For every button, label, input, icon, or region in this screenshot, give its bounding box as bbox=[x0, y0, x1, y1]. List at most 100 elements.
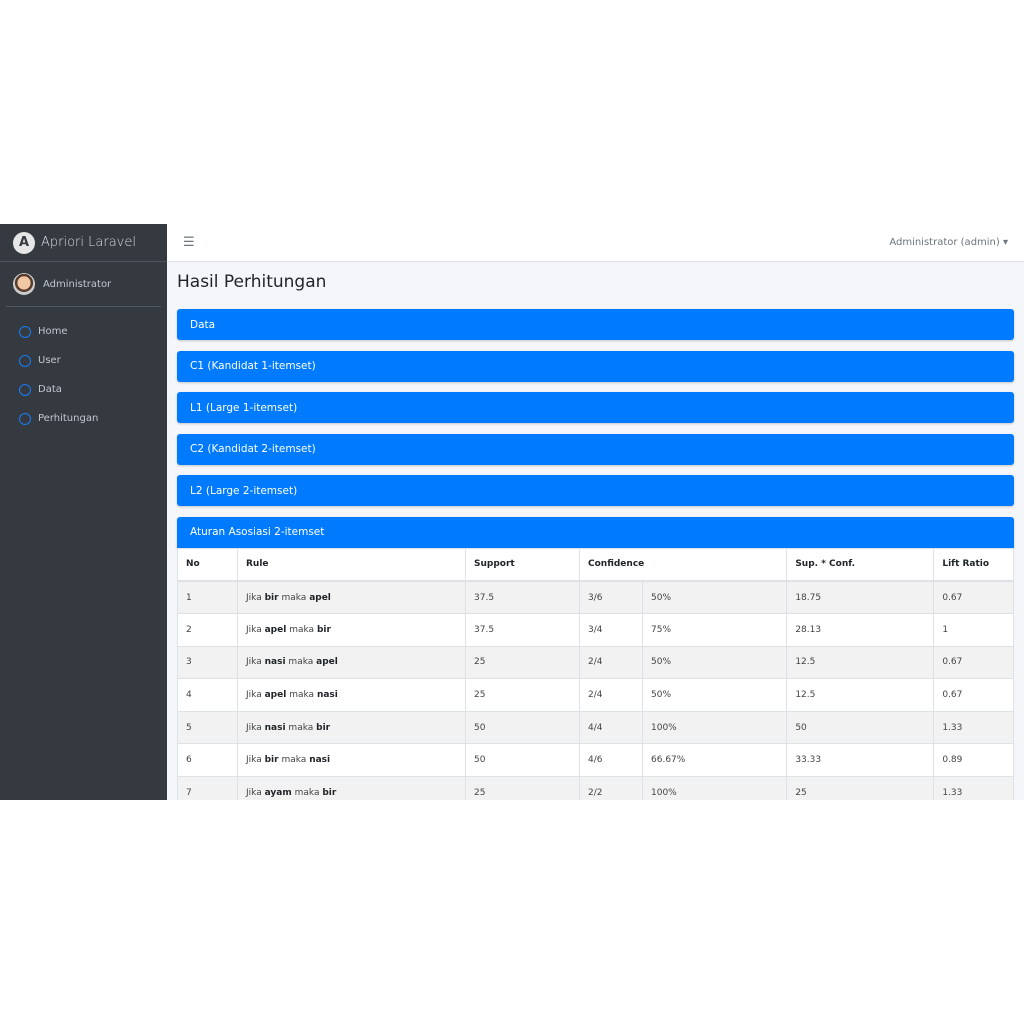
cell-rule: Jika apel maka bir bbox=[237, 613, 466, 647]
cell-supconf: 12.5 bbox=[786, 645, 934, 679]
cell-supconf: 18.75 bbox=[786, 580, 934, 614]
cell-confidence-fraction: 2/2 bbox=[579, 776, 643, 800]
table-row: 4 Jika apel maka nasi 25 2/4 50% 12.5 0.… bbox=[177, 678, 1014, 712]
rule-consequent: bir bbox=[316, 624, 331, 635]
cell-rule: Jika bir maka apel bbox=[237, 580, 466, 614]
cell-no: 3 bbox=[177, 645, 238, 679]
cell-rule: Jika ayam maka bir bbox=[237, 776, 466, 800]
rule-if: Jika bbox=[246, 755, 262, 766]
cell-lift: 0.67 bbox=[933, 645, 1014, 679]
cell-support: 50 bbox=[465, 710, 580, 744]
collapse-card-header[interactable]: Data bbox=[177, 309, 1014, 340]
logo-icon: A bbox=[13, 231, 35, 254]
cell-lift: 0.67 bbox=[933, 678, 1014, 712]
user-name: Administrator bbox=[43, 278, 112, 290]
sidebar-item-perhitungan[interactable]: Perhitungan bbox=[0, 404, 167, 433]
table-row: 2 Jika apel maka bir 37.5 3/4 75% 28.13 … bbox=[177, 613, 1014, 647]
sidebar-item-label: Home bbox=[38, 326, 68, 337]
col-no: No bbox=[177, 548, 238, 582]
cell-rule: Jika nasi maka apel bbox=[237, 645, 466, 679]
cell-no: 1 bbox=[177, 580, 238, 614]
rule-antecedent: ayam bbox=[264, 787, 292, 798]
cell-supconf: 12.5 bbox=[786, 678, 934, 712]
cell-support: 25 bbox=[465, 678, 580, 712]
sidebar-item-user[interactable]: User bbox=[0, 346, 167, 375]
topbar: ☰ Administrator (admin) ▾ bbox=[167, 224, 1024, 262]
cell-no: 7 bbox=[177, 776, 238, 800]
cell-supconf: 50 bbox=[786, 710, 934, 744]
sidebar-item-label: User bbox=[38, 355, 61, 366]
sidebar-nav: Home User Data Perhitungan bbox=[0, 317, 167, 433]
cell-supconf: 28.13 bbox=[786, 613, 934, 647]
circle-icon bbox=[19, 325, 31, 338]
cell-support: 50 bbox=[465, 743, 580, 777]
brand-text: Apriori Laravel bbox=[41, 235, 136, 250]
rule-antecedent: bir bbox=[264, 755, 279, 766]
rule-if: Jika bbox=[246, 657, 262, 668]
cell-confidence-percent: 100% bbox=[641, 776, 787, 800]
page-title: Hasil Perhitungan bbox=[177, 272, 327, 292]
rule-consequent: nasi bbox=[309, 755, 331, 766]
rule-then: maka bbox=[281, 592, 307, 603]
rule-if: Jika bbox=[246, 722, 262, 733]
cell-lift: 0.89 bbox=[933, 743, 1014, 777]
cell-lift: 1 bbox=[933, 613, 1014, 647]
cell-support: 25 bbox=[465, 776, 580, 800]
rule-then: maka bbox=[281, 755, 307, 766]
rule-if: Jika bbox=[246, 592, 262, 603]
user-panel[interactable]: Administrator bbox=[6, 262, 161, 307]
collapse-card-header[interactable]: C1 (Kandidat 1-itemset) bbox=[177, 350, 1014, 382]
sidebar: A Apriori Laravel Administrator Home User… bbox=[0, 224, 167, 800]
sidebar-item-data[interactable]: Data bbox=[0, 375, 167, 404]
col-support: Support bbox=[465, 548, 580, 582]
avatar bbox=[13, 273, 35, 295]
cell-confidence-fraction: 3/4 bbox=[579, 613, 643, 647]
menu-toggle-icon[interactable]: ☰ bbox=[183, 235, 195, 250]
collapse-card-header[interactable]: C2 (Kandidat 2-itemset) bbox=[177, 433, 1014, 465]
cell-support: 25 bbox=[465, 645, 580, 679]
rule-then: maka bbox=[289, 624, 315, 635]
cell-supconf: 33.33 bbox=[786, 743, 934, 777]
cell-confidence-percent: 75% bbox=[641, 613, 787, 647]
cell-no: 5 bbox=[177, 710, 238, 744]
cell-confidence-fraction: 3/6 bbox=[579, 580, 643, 614]
cell-supconf: 25 bbox=[786, 776, 934, 800]
col-lift: Lift Ratio bbox=[933, 548, 1014, 582]
table-row: 7 Jika ayam maka bir 25 2/2 100% 25 1.33 bbox=[177, 776, 1014, 800]
rules-table: No Rule Support Confidence Sup. * Conf. … bbox=[177, 547, 1014, 800]
cell-lift: 1.33 bbox=[933, 710, 1014, 744]
sidebar-item-home[interactable]: Home bbox=[0, 317, 167, 346]
rule-consequent: bir bbox=[322, 787, 337, 798]
cell-support: 37.5 bbox=[465, 580, 580, 614]
cell-lift: 0.67 bbox=[933, 580, 1014, 614]
cell-confidence-percent: 100% bbox=[641, 710, 787, 744]
table-row: 3 Jika nasi maka apel 25 2/4 50% 12.5 0.… bbox=[177, 645, 1014, 679]
collapse-card-header[interactable]: Aturan Asosiasi 2-itemset bbox=[177, 516, 1014, 548]
cell-no: 6 bbox=[177, 743, 238, 777]
collapse-card-header[interactable]: L1 (Large 1-itemset) bbox=[177, 392, 1014, 423]
cell-confidence-percent: 50% bbox=[641, 580, 787, 614]
rule-antecedent: apel bbox=[264, 690, 287, 701]
cell-confidence-fraction: 2/4 bbox=[579, 645, 643, 679]
brand-link[interactable]: A Apriori Laravel bbox=[0, 224, 167, 262]
cell-no: 4 bbox=[177, 678, 238, 712]
cell-rule: Jika bir maka nasi bbox=[237, 743, 466, 777]
main-content: Hasil Perhitungan Data C1 (Kandidat 1-ite… bbox=[167, 262, 1024, 800]
cell-confidence-percent: 50% bbox=[641, 678, 787, 712]
cell-support: 37.5 bbox=[465, 613, 580, 647]
rule-if: Jika bbox=[246, 787, 262, 798]
rule-consequent: apel bbox=[316, 657, 338, 668]
rule-then: maka bbox=[289, 690, 315, 701]
rule-antecedent: nasi bbox=[264, 657, 286, 668]
collapse-card-header[interactable]: L2 (Large 2-itemset) bbox=[177, 475, 1014, 506]
col-rule: Rule bbox=[237, 548, 466, 582]
table-row: 5 Jika nasi maka bir 50 4/4 100% 50 1.33 bbox=[177, 710, 1014, 744]
sidebar-item-label: Data bbox=[38, 384, 62, 395]
cell-confidence-fraction: 4/4 bbox=[579, 710, 643, 744]
rule-consequent: bir bbox=[316, 722, 331, 733]
rule-then: maka bbox=[288, 657, 314, 668]
rule-consequent: apel bbox=[309, 592, 331, 603]
cell-confidence-percent: 50% bbox=[641, 645, 787, 679]
user-menu-dropdown[interactable]: Administrator (admin) ▾ bbox=[889, 237, 1008, 248]
app-window: A Apriori Laravel Administrator Home User… bbox=[0, 224, 1024, 800]
